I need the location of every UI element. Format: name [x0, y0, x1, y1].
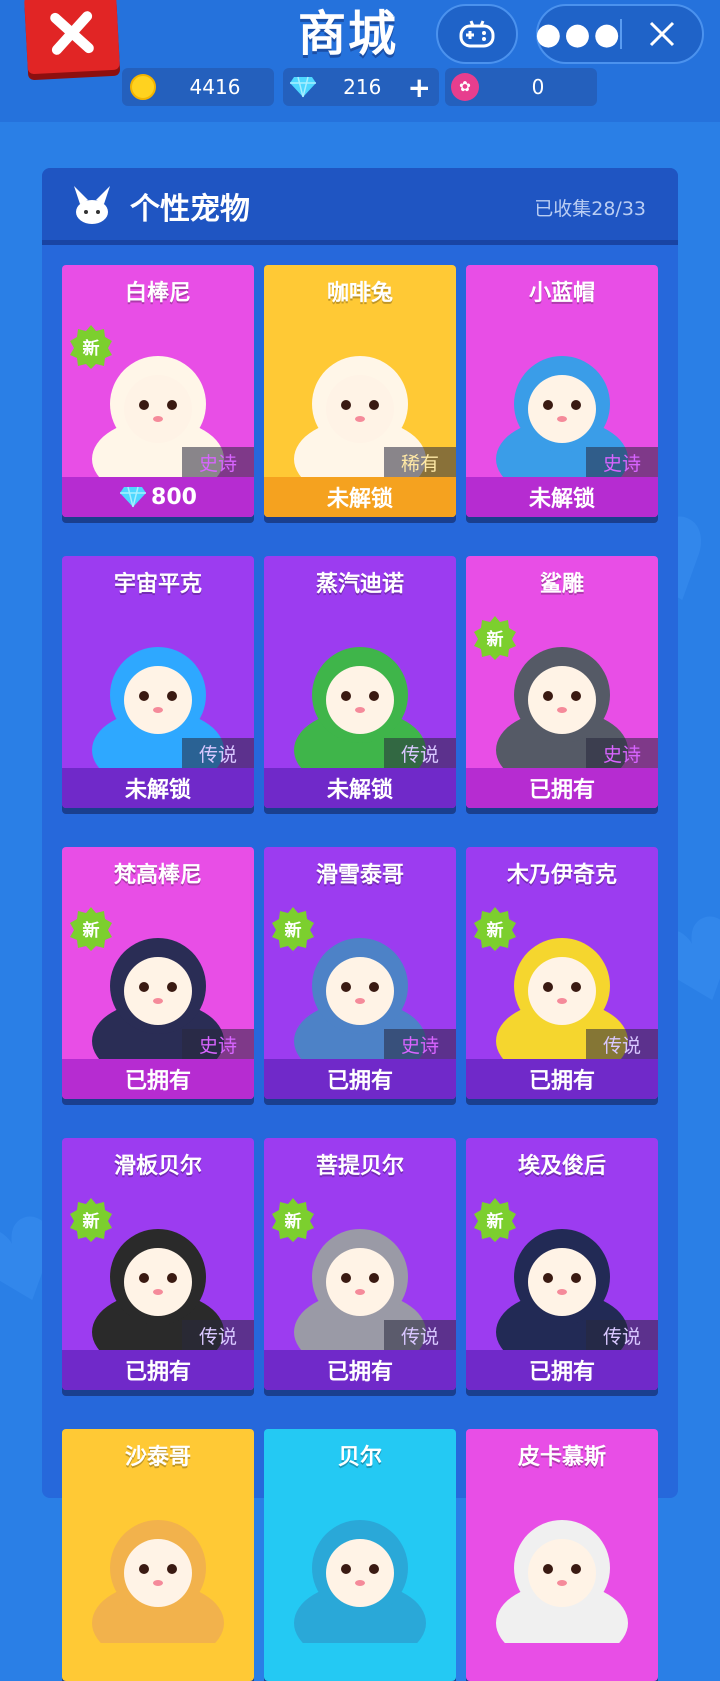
- collected-count: 已收集28/33: [534, 198, 646, 220]
- miniprogram-capsule: ●●●: [535, 4, 704, 64]
- pet-name: 宇宙平克: [113, 572, 202, 597]
- rarity-label: 史诗: [182, 1029, 254, 1059]
- pet-card[interactable]: 蒸汽迪诺传说 未解锁: [264, 556, 456, 808]
- diamond-icon: [290, 76, 316, 98]
- rarity-label: 传说: [182, 738, 254, 768]
- close-miniprogram-button[interactable]: [622, 6, 702, 62]
- pet-illustration: [92, 1520, 224, 1643]
- diamond-icon: [120, 486, 147, 508]
- gamepad-icon: [459, 20, 495, 48]
- token-icon: ✿: [451, 73, 479, 101]
- coin-value: 4416: [189, 75, 241, 99]
- rarity-label: 史诗: [586, 738, 658, 768]
- pet-card[interactable]: 菩提贝尔新传说 已拥有: [264, 1138, 456, 1390]
- pet-card[interactable]: 皮卡慕斯: [466, 1429, 658, 1681]
- new-badge-label: 新: [82, 920, 100, 941]
- diamond-value: 216: [343, 75, 382, 99]
- gamepad-button[interactable]: [436, 4, 518, 64]
- rarity-label: 传说: [182, 1320, 254, 1350]
- new-badge: 新: [68, 1196, 114, 1242]
- pet-card[interactable]: 梵高棒尼新史诗 已拥有: [62, 847, 254, 1099]
- pet-name: 梵高棒尼: [113, 863, 202, 888]
- pet-status-button[interactable]: 已拥有: [62, 1350, 254, 1390]
- pet-status-button[interactable]: 已拥有: [466, 1350, 658, 1390]
- pet-name: 滑雪泰哥: [315, 863, 404, 888]
- token-balance: ✿ 0: [445, 68, 597, 106]
- pet-card[interactable]: 木乃伊奇克新传说 已拥有: [466, 847, 658, 1099]
- pet-name: 蒸汽迪诺: [315, 572, 404, 597]
- pet-status-button[interactable]: 已拥有: [466, 768, 658, 808]
- pet-name: 贝尔: [337, 1445, 382, 1470]
- price-value: 800: [151, 484, 197, 510]
- coin-balance: 4416: [122, 68, 274, 106]
- coin-icon: [130, 74, 156, 100]
- new-badge-label: 新: [284, 1211, 302, 1232]
- pet-status-button[interactable]: 已拥有: [466, 1059, 658, 1099]
- new-badge: 新: [68, 905, 114, 951]
- diamond-balance: 216 +: [283, 68, 439, 106]
- new-badge: 新: [472, 1196, 518, 1242]
- page-title: 商城: [298, 6, 399, 62]
- pet-name: 滑板贝尔: [113, 1154, 202, 1179]
- pet-status-button[interactable]: 已拥有: [264, 1350, 456, 1390]
- panel-header: 个性宠物 已收集28/33: [42, 168, 678, 245]
- new-badge: 新: [472, 614, 518, 660]
- new-badge-label: 新: [82, 338, 100, 359]
- pet-card[interactable]: 贝尔: [264, 1429, 456, 1681]
- pet-card[interactable]: 白棒尼新史诗 800: [62, 265, 254, 517]
- rarity-label: 史诗: [182, 447, 254, 477]
- pet-illustration: [496, 1520, 628, 1643]
- rarity-label: 传说: [586, 1029, 658, 1059]
- pet-name: 小蓝帽: [528, 281, 595, 306]
- pet-name: 埃及俊后: [517, 1154, 606, 1179]
- pet-card[interactable]: 鲨雕新史诗 已拥有: [466, 556, 658, 808]
- add-diamond-button[interactable]: +: [408, 71, 431, 104]
- pet-status-button[interactable]: 未解锁: [264, 477, 456, 517]
- pet-name: 沙泰哥: [124, 1445, 191, 1470]
- pet-card[interactable]: 咖啡兔稀有 未解锁: [264, 265, 456, 517]
- pet-card[interactable]: 沙泰哥: [62, 1429, 254, 1681]
- new-badge-label: 新: [486, 629, 504, 650]
- pet-card[interactable]: 滑雪泰哥新史诗 已拥有: [264, 847, 456, 1099]
- token-value: 0: [531, 75, 545, 99]
- new-badge-label: 新: [486, 1211, 504, 1232]
- new-badge: 新: [68, 323, 114, 369]
- rarity-label: 传说: [586, 1320, 658, 1350]
- pet-name: 木乃伊奇克: [506, 863, 617, 888]
- new-badge: 新: [270, 905, 316, 951]
- pet-card[interactable]: 埃及俊后新传说 已拥有: [466, 1138, 658, 1390]
- new-badge-label: 新: [82, 1211, 100, 1232]
- pet-card[interactable]: 宇宙平克传说 未解锁: [62, 556, 254, 808]
- pet-status-button[interactable]: 未解锁: [466, 477, 658, 517]
- pet-name: 白棒尼: [124, 281, 191, 306]
- new-badge-label: 新: [486, 920, 504, 941]
- buy-price-button[interactable]: 800: [62, 477, 254, 517]
- bunny-icon: [74, 186, 110, 224]
- rarity-label: 稀有: [384, 447, 456, 477]
- pet-status-button[interactable]: 已拥有: [62, 1059, 254, 1099]
- rarity-label: 史诗: [586, 447, 658, 477]
- top-bar: 商城 ●●● 4416 216 + ✿ 0: [0, 0, 720, 122]
- pet-name: 菩提贝尔: [315, 1154, 404, 1179]
- new-badge-label: 新: [284, 920, 302, 941]
- rarity-label: 传说: [384, 1320, 456, 1350]
- panel-title: 个性宠物: [130, 192, 250, 227]
- pet-card[interactable]: 滑板贝尔新传说 已拥有: [62, 1138, 254, 1390]
- close-x-icon: [50, 11, 94, 55]
- pet-name: 皮卡慕斯: [517, 1445, 606, 1470]
- pet-status-button[interactable]: 未解锁: [62, 768, 254, 808]
- new-badge: 新: [472, 905, 518, 951]
- pet-status-button[interactable]: 已拥有: [264, 1059, 456, 1099]
- pet-status-button[interactable]: 未解锁: [264, 768, 456, 808]
- new-badge: 新: [270, 1196, 316, 1242]
- rarity-label: 史诗: [384, 1029, 456, 1059]
- close-icon: [649, 21, 675, 47]
- rarity-label: 传说: [384, 738, 456, 768]
- more-options-button[interactable]: ●●●: [535, 6, 620, 62]
- pet-illustration: [294, 1520, 426, 1643]
- pet-name: 咖啡兔: [326, 281, 393, 306]
- exit-shop-button[interactable]: [24, 0, 120, 75]
- pet-name: 鲨雕: [539, 572, 584, 597]
- pet-card[interactable]: 小蓝帽史诗 未解锁: [466, 265, 658, 517]
